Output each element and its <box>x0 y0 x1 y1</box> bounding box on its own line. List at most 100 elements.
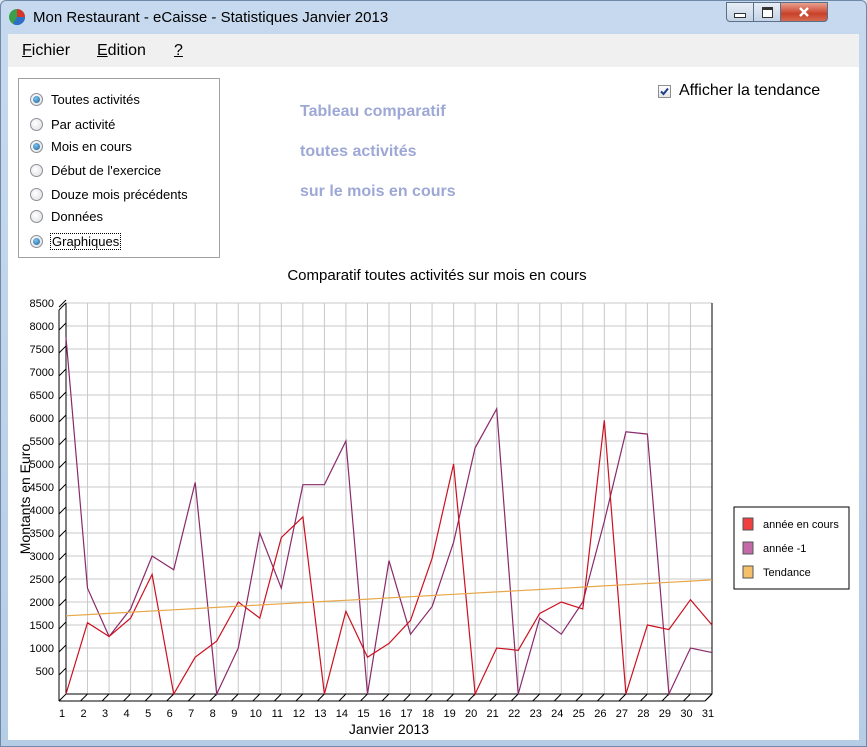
x-axis-tick <box>360 693 368 702</box>
x-tick-label: 11 <box>272 708 283 720</box>
radio-button[interactable] <box>30 163 43 177</box>
option-donnees[interactable]: Données <box>30 207 103 225</box>
minimize-button[interactable] <box>726 2 754 22</box>
y-tick-label: 3000 <box>30 551 54 563</box>
y-tick-label: 2000 <box>30 597 54 609</box>
x-tick-label: 19 <box>443 708 455 720</box>
title-bar[interactable]: Mon Restaurant - eCaisse - Statistiques … <box>1 1 866 34</box>
x-tick-label: 6 <box>167 708 173 720</box>
y-axis-tick <box>58 552 67 561</box>
option-label: Début de l'exercice <box>51 162 162 178</box>
x-tick-label: 29 <box>659 708 671 720</box>
y-tick-label: 5000 <box>30 459 54 471</box>
menu-edition-label: dition <box>107 42 146 59</box>
radio-button[interactable] <box>30 139 43 153</box>
x-axis-tick <box>58 693 67 702</box>
x-tick-label: 16 <box>379 708 391 720</box>
y-tick-label: 8500 <box>30 298 54 310</box>
x-tick-label: 24 <box>551 708 563 720</box>
x-axis-tick <box>575 693 584 702</box>
x-axis-tick <box>166 693 175 702</box>
x-tick-label: 25 <box>573 708 585 720</box>
y-tick-label: 6000 <box>30 413 54 425</box>
legend-label: année en cours <box>763 519 839 531</box>
x-axis-tick <box>446 693 454 702</box>
x-axis-tick <box>230 693 239 702</box>
menu-help[interactable]: ? <box>174 42 183 60</box>
y-tick-label: 500 <box>36 666 54 678</box>
y-axis-tick <box>58 414 67 423</box>
options-group: Toutes activités Par activité Mois en co… <box>18 78 220 258</box>
option-par-activite[interactable]: Par activité <box>30 115 115 133</box>
x-tick-label: 2 <box>80 708 86 720</box>
x-axis-tick <box>467 693 476 702</box>
x-axis-tick <box>640 693 648 702</box>
trend-checkbox-label: Afficher la tendance <box>679 82 821 99</box>
y-tick-label: 7000 <box>30 367 54 379</box>
x-axis-tick <box>381 693 390 702</box>
x-axis-label: Janvier 2013 <box>349 721 429 737</box>
x-tick-label: 13 <box>314 708 326 720</box>
x-tick-label: 8 <box>210 708 216 720</box>
menu-fichier[interactable]: Fichier <box>22 42 70 60</box>
x-axis-tick <box>295 693 304 702</box>
y-tick-label: 7500 <box>30 344 54 356</box>
y-tick-label: 1000 <box>30 643 54 655</box>
menu-edition[interactable]: Edition <box>97 42 146 60</box>
x-tick-label: 30 <box>680 708 692 720</box>
y-axis-tick <box>58 345 67 354</box>
legend-swatch <box>742 565 754 579</box>
x-axis-tick <box>553 693 562 702</box>
close-icon <box>799 7 809 17</box>
radio-button[interactable] <box>30 209 43 223</box>
x-tick-label: 5 <box>145 708 151 720</box>
client-area: Fichier Edition ? Toutes activités Par a… <box>8 34 859 740</box>
x-axis-tick <box>532 693 541 702</box>
radio-button[interactable] <box>30 187 43 201</box>
y-axis-label: Montants en Euro <box>17 444 33 555</box>
x-tick-label: 7 <box>188 708 194 720</box>
x-axis-tick <box>273 693 282 702</box>
maximize-icon <box>761 6 773 18</box>
check-icon <box>660 87 669 95</box>
legend-swatch <box>742 541 754 555</box>
menu-fichier-label: ichier <box>31 42 71 59</box>
close-button[interactable] <box>780 2 828 22</box>
maximize-button[interactable] <box>753 2 781 22</box>
x-tick-label: 12 <box>293 708 305 720</box>
y-axis-tick <box>58 621 67 630</box>
x-axis-tick <box>209 693 218 702</box>
x-tick-label: 26 <box>594 708 606 720</box>
y-axis-tick <box>58 575 67 584</box>
trend-checkbox[interactable]: Afficher la tendance <box>658 82 820 100</box>
x-tick-label: 17 <box>400 708 412 720</box>
y-axis-tick <box>58 667 67 676</box>
radio-button[interactable] <box>30 234 43 248</box>
option-toutes-activites[interactable]: Toutes activités <box>30 90 140 108</box>
x-tick-label: 31 <box>702 708 714 720</box>
pie-chart-icon <box>9 9 26 26</box>
x-axis-tick <box>424 693 433 702</box>
menu-bar: Fichier Edition ? <box>8 34 859 67</box>
x-tick-label: 20 <box>465 708 477 720</box>
option-douze-mois[interactable]: Douze mois précédents <box>30 185 188 203</box>
x-tick-label: 15 <box>357 708 369 720</box>
x-axis-tick <box>101 693 110 702</box>
radio-button[interactable] <box>30 117 43 131</box>
x-tick-label: 9 <box>231 708 237 720</box>
option-label: Toutes activités <box>51 91 140 107</box>
x-axis-tick <box>489 693 498 702</box>
y-axis-tick <box>58 391 67 400</box>
y-tick-label: 4000 <box>30 505 54 517</box>
option-mois-en-cours[interactable]: Mois en cours <box>30 137 132 155</box>
x-axis-tick <box>596 693 605 702</box>
y-axis-tick <box>58 529 67 538</box>
checkbox[interactable] <box>658 84 671 98</box>
option-debut-exercice[interactable]: Début de l'exercice <box>30 161 161 179</box>
menu-edition-mnemonic: E <box>97 42 108 59</box>
x-axis-tick <box>683 693 691 702</box>
y-axis-tick <box>58 506 67 515</box>
option-label: Données <box>51 208 104 224</box>
radio-button[interactable] <box>30 92 43 106</box>
option-graphiques[interactable]: Graphiques <box>30 232 122 250</box>
